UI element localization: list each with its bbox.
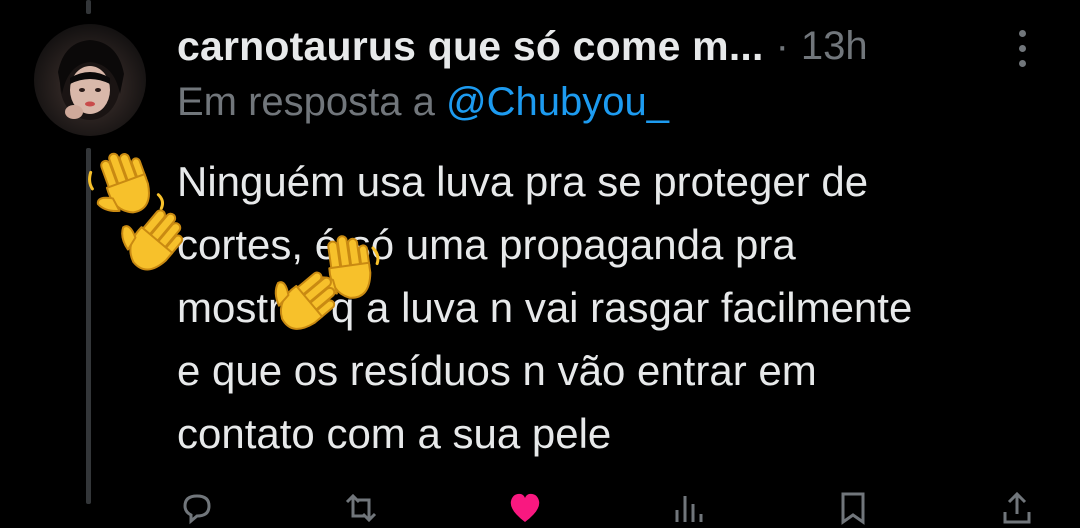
reply-prefix: Em resposta a (177, 80, 435, 124)
separator-dot: · (775, 23, 789, 68)
retweet-icon[interactable] (341, 488, 381, 528)
tweet-text-line: contato com a sua pele (177, 410, 612, 457)
more-dot (1018, 59, 1026, 67)
tweet-header: carnotaurus que só come m... · 13h (177, 18, 868, 74)
tweet-actions (177, 488, 1037, 528)
more-dot (1018, 29, 1026, 37)
avatar[interactable] (34, 24, 146, 136)
reply-icon[interactable] (177, 488, 217, 528)
reply-context: Em resposta a @Chubyou_ (177, 80, 669, 125)
reply-mention-link[interactable]: @Chubyou_ (446, 80, 669, 124)
like-icon[interactable] (505, 488, 545, 528)
tweet-text-line: Ninguém usa luva pra se proteger de (177, 158, 869, 205)
more-vertical-icon[interactable] (1000, 24, 1044, 72)
share-icon[interactable] (997, 488, 1037, 528)
thread-line-top (86, 0, 91, 14)
views-icon[interactable] (669, 488, 709, 528)
avatar-image (58, 40, 124, 120)
tweet-text-line: e que os resíduos n vão entrar em (177, 347, 817, 394)
display-name[interactable]: carnotaurus que só come m... (177, 23, 764, 70)
bookmark-icon[interactable] (833, 488, 873, 528)
timestamp[interactable]: 13h (801, 24, 868, 69)
more-dot (1018, 44, 1026, 52)
